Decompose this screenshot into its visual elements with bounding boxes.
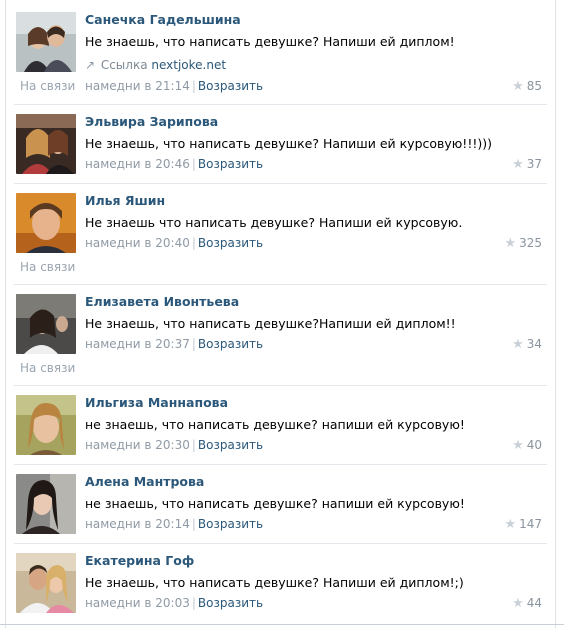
comment-time[interactable]: намедни в 20:46 bbox=[85, 157, 190, 171]
comment-item: Эльвира Зарипова Не знаешь, что написать… bbox=[16, 114, 546, 180]
like-count: 37 bbox=[526, 157, 542, 171]
comment-text: Не знаешь, что написать девушке? Напиши … bbox=[85, 136, 492, 151]
comment-meta: намедни в 20:14 | Возразить bbox=[85, 517, 264, 531]
frame-bottom-border bbox=[0, 624, 564, 625]
reply-button[interactable]: Возразить bbox=[198, 337, 263, 351]
divider bbox=[14, 543, 547, 544]
like-count: 325 bbox=[519, 236, 542, 250]
comment-time[interactable]: намедни в 20:37 bbox=[85, 337, 190, 351]
comment-text: Не знаешь, что написать девушке?Напиши е… bbox=[85, 316, 456, 331]
reply-button[interactable]: Возразить bbox=[198, 79, 263, 93]
comment-text: Не знаешь, что написать девушке? Напиши … bbox=[85, 575, 464, 590]
like-button[interactable]: ★ 325 bbox=[504, 235, 542, 252]
author-name[interactable]: Санечка Гадельшина bbox=[85, 12, 546, 28]
star-icon: ★ bbox=[512, 157, 524, 172]
comment-text: не знаешь, что написать девушке? напиши … bbox=[85, 417, 465, 432]
star-icon: ★ bbox=[504, 517, 517, 532]
like-button[interactable]: ★ 40 bbox=[512, 437, 542, 454]
comment-meta: намедни в 20:03 | Возразить bbox=[85, 596, 264, 610]
comment-text: не знаешь, что написать девушке? напиши … bbox=[85, 496, 465, 511]
avatar[interactable] bbox=[16, 12, 76, 72]
comment-time[interactable]: намедни в 20:14 bbox=[85, 517, 190, 531]
star-icon: ★ bbox=[512, 79, 524, 94]
comment-content: Илья Яшин Не знаешь что написать девушке… bbox=[85, 193, 546, 231]
comment-item: На связи Санечка Гадельшина Не знаешь, ч… bbox=[16, 12, 546, 102]
comment-text: Не знаешь, что написать девушке? Напиши … bbox=[85, 34, 455, 49]
author-name[interactable]: Эльвира Зарипова bbox=[85, 114, 546, 130]
like-count: 34 bbox=[526, 337, 542, 351]
like-button[interactable]: ★ 85 bbox=[512, 78, 542, 95]
comment-meta: намедни в 21:14 | Возразить bbox=[85, 79, 264, 93]
author-name[interactable]: Ильгиза Маннапова bbox=[85, 395, 546, 411]
avatar[interactable] bbox=[16, 474, 76, 534]
divider bbox=[14, 464, 547, 465]
comment-meta: намедни в 20:30 | Возразить bbox=[85, 438, 264, 452]
comment-content: Екатерина Гоф Не знаешь, что написать де… bbox=[85, 553, 546, 591]
frame-left-border bbox=[5, 0, 6, 628]
link-icon: ↗ bbox=[85, 58, 96, 72]
star-icon: ★ bbox=[512, 438, 524, 453]
comment-meta: намедни в 20:46 | Возразить bbox=[85, 157, 264, 171]
like-button[interactable]: ★ 147 bbox=[504, 516, 542, 533]
author-name[interactable]: Алена Мантрова bbox=[85, 474, 546, 490]
like-button[interactable]: ★ 34 bbox=[512, 336, 542, 353]
comment-time[interactable]: намедни в 20:30 bbox=[85, 438, 190, 452]
like-count: 85 bbox=[526, 79, 542, 93]
like-button[interactable]: ★ 44 bbox=[512, 595, 542, 612]
star-icon: ★ bbox=[504, 236, 517, 251]
divider bbox=[14, 385, 547, 386]
reply-button[interactable]: Возразить bbox=[198, 157, 263, 171]
avatar[interactable] bbox=[16, 553, 76, 613]
star-icon: ★ bbox=[512, 337, 524, 352]
comment-item: Ильгиза Маннапова не знаешь, что написат… bbox=[16, 395, 546, 461]
online-status: На связи bbox=[20, 79, 76, 93]
comment-meta: намедни в 20:40 | Возразить bbox=[85, 236, 264, 250]
reply-button[interactable]: Возразить bbox=[198, 236, 263, 250]
online-status: На связи bbox=[20, 260, 76, 274]
comment-content: Елизавета Ивонтьева Не знаешь, что напис… bbox=[85, 294, 546, 332]
comment-content: Санечка Гадельшина Не знаешь, что написа… bbox=[85, 12, 546, 73]
attached-link: ↗ Ссылка nextjoke.net bbox=[85, 57, 546, 73]
comment-text: Не знаешь что написать девушке? Напиши е… bbox=[85, 215, 463, 230]
star-icon: ★ bbox=[512, 596, 524, 611]
like-count: 147 bbox=[519, 517, 542, 531]
avatar[interactable] bbox=[16, 395, 76, 455]
author-name[interactable]: Елизавета Ивонтьева bbox=[85, 294, 546, 310]
divider bbox=[14, 104, 547, 105]
like-button[interactable]: ★ 37 bbox=[512, 156, 542, 173]
author-name[interactable]: Илья Яшин bbox=[85, 193, 546, 209]
online-status: На связи bbox=[20, 361, 76, 375]
reply-button[interactable]: Возразить bbox=[198, 517, 263, 531]
comment-content: Алена Мантрова не знаешь, что написать д… bbox=[85, 474, 546, 512]
comment-meta: намедни в 20:37 | Возразить bbox=[85, 337, 264, 351]
link-url[interactable]: nextjoke.net bbox=[151, 58, 226, 72]
frame-right-border bbox=[555, 0, 556, 628]
reply-button[interactable]: Возразить bbox=[198, 596, 263, 610]
comment-item: На связи Илья Яшин Не знаешь что написат… bbox=[16, 193, 546, 283]
comment-time[interactable]: намедни в 21:14 bbox=[85, 79, 190, 93]
author-name[interactable]: Екатерина Гоф bbox=[85, 553, 546, 569]
divider bbox=[14, 183, 547, 184]
comment-item: На связи Елизавета Ивонтьева Не знаешь, … bbox=[16, 294, 546, 384]
comment-item: Екатерина Гоф Не знаешь, что написать де… bbox=[16, 553, 546, 619]
like-count: 44 bbox=[526, 596, 542, 610]
avatar[interactable] bbox=[16, 294, 76, 354]
avatar[interactable] bbox=[16, 193, 76, 253]
comment-time[interactable]: намедни в 20:03 bbox=[85, 596, 190, 610]
divider bbox=[14, 284, 547, 285]
comment-content: Эльвира Зарипова Не знаешь, что написать… bbox=[85, 114, 546, 152]
link-label: Ссылка bbox=[100, 58, 148, 72]
avatar[interactable] bbox=[16, 114, 76, 174]
reply-button[interactable]: Возразить bbox=[198, 438, 263, 452]
comment-item: Алена Мантрова не знаешь, что написать д… bbox=[16, 474, 546, 540]
comment-content: Ильгиза Маннапова не знаешь, что написат… bbox=[85, 395, 546, 433]
comment-time[interactable]: намедни в 20:40 bbox=[85, 236, 190, 250]
like-count: 40 bbox=[526, 438, 542, 452]
